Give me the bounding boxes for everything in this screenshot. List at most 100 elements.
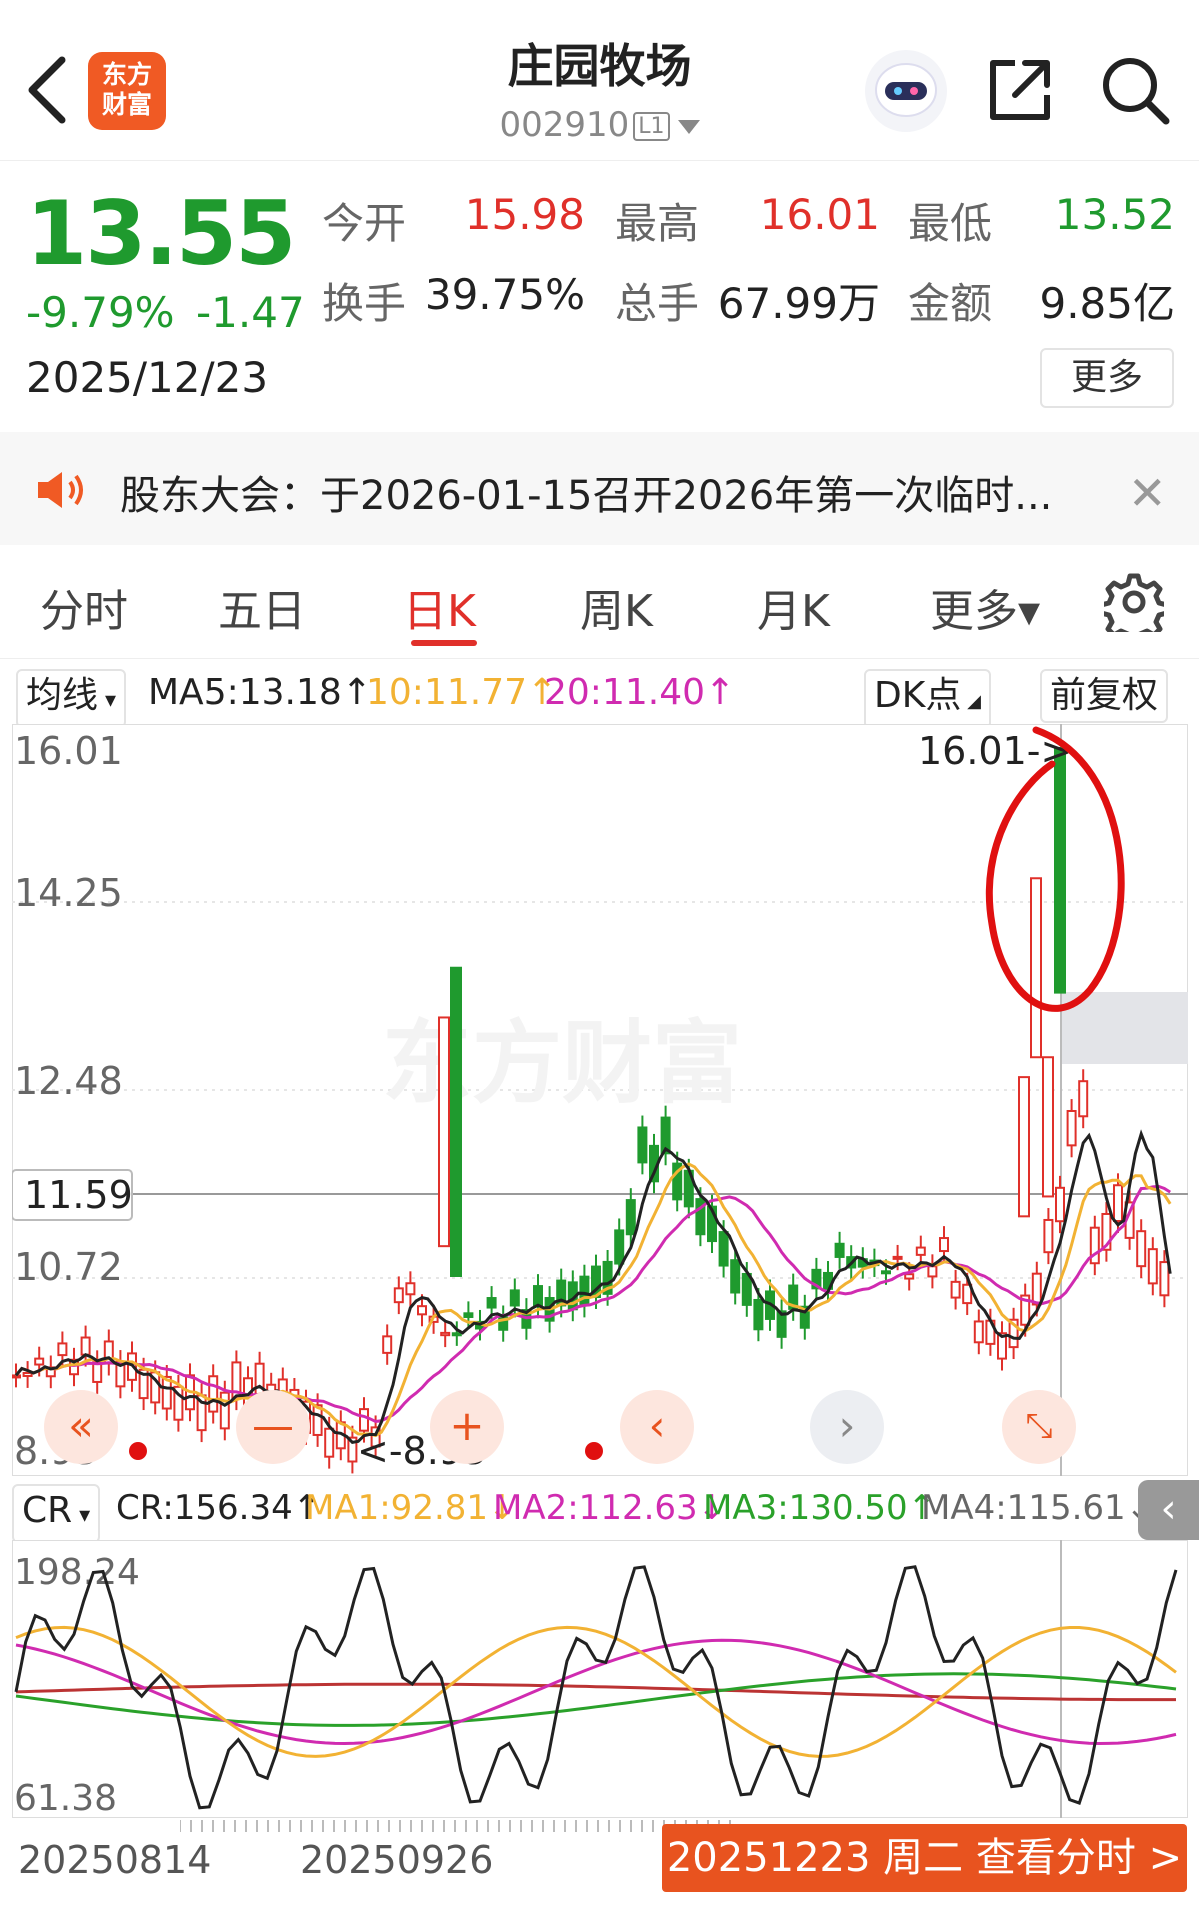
fast-back-button[interactable]: « xyxy=(44,1390,118,1464)
quote-date: 2025/12/23 xyxy=(26,353,269,402)
candle xyxy=(1030,877,1042,1059)
candle xyxy=(904,1273,915,1280)
low-label: 最低 xyxy=(908,199,993,248)
low-value: 13.52 xyxy=(1054,190,1175,239)
candle xyxy=(1054,747,1066,994)
candle xyxy=(579,1275,590,1307)
candle xyxy=(834,1242,845,1258)
candle xyxy=(950,1280,961,1299)
ma20-value: 20:11.40↑ xyxy=(544,672,736,713)
dk-point-selector[interactable]: DK点 ◢ xyxy=(864,669,991,729)
tabs-divider xyxy=(0,658,1199,659)
cr-ma2: MA2:112.63↓ xyxy=(493,1488,727,1528)
cr-y-bottom: 61.38 xyxy=(14,1778,117,1818)
y-label: 12.48 xyxy=(14,1059,123,1103)
step-right-button[interactable]: › xyxy=(810,1390,884,1464)
app-header: 东方 财富 庄园牧场 002910 L1 xyxy=(0,0,1199,161)
tab-five-day[interactable]: 五日 xyxy=(218,575,306,639)
candle xyxy=(1043,1218,1054,1254)
candle xyxy=(533,1285,543,1308)
amount-value: 9.85亿 xyxy=(1039,279,1175,328)
close-icon[interactable]: ✕ xyxy=(1128,466,1167,520)
candle xyxy=(1078,1080,1089,1118)
chevron-down-icon xyxy=(677,119,700,134)
ma10-value: 10:11.77↑ xyxy=(366,672,558,713)
y-label-top: 16.01 xyxy=(14,729,123,773)
candle xyxy=(892,1255,903,1260)
candle xyxy=(451,1332,462,1337)
y-label: 14.25 xyxy=(14,871,123,915)
candle xyxy=(34,1357,45,1366)
zoom-out-button[interactable]: — xyxy=(236,1390,310,1464)
candle xyxy=(915,1246,926,1256)
more-quote-button[interactable]: 更多 xyxy=(1040,348,1174,408)
candle xyxy=(219,1391,230,1430)
level-badge: L1 xyxy=(633,112,670,141)
candle xyxy=(881,1270,891,1275)
candle xyxy=(57,1342,68,1357)
gear-icon[interactable] xyxy=(1104,572,1164,632)
candle xyxy=(450,966,462,1277)
current-price: 13.55 xyxy=(26,182,296,285)
ma-selector[interactable]: 均线 ▾ xyxy=(16,669,127,728)
tab-more[interactable]: 更多▾ xyxy=(930,575,1040,639)
candle xyxy=(405,1282,416,1296)
watermark: 东方财富 xyxy=(382,1011,742,1116)
date-mid-label: 20250926 xyxy=(300,1838,494,1882)
search-icon[interactable] xyxy=(1100,55,1170,125)
candle xyxy=(939,1237,949,1253)
cr-ma4: MA4:115.61↓ xyxy=(921,1488,1155,1528)
current-price-label: 11.59 xyxy=(24,1173,133,1217)
candle xyxy=(509,1289,520,1307)
high-label: 最高 xyxy=(615,199,700,248)
ma5-value: MA5:13.18↑ xyxy=(148,672,372,713)
candle xyxy=(463,1312,474,1318)
candle xyxy=(753,1298,764,1331)
tab-timeshare[interactable]: 分时 xyxy=(40,575,128,639)
cr-legend-row: CR ▾ CR:156.34↑ MA1:92.81↓ MA2:112.63↓ M… xyxy=(0,1480,1199,1543)
collapse-indicator-button[interactable]: ‹ xyxy=(1138,1480,1199,1540)
fullscreen-icon[interactable]: ⤡ xyxy=(1002,1390,1076,1464)
candle xyxy=(1147,1248,1158,1285)
open-value: 15.98 xyxy=(464,190,585,239)
candle xyxy=(359,1408,369,1432)
tab-week-k[interactable]: 周K xyxy=(580,575,653,639)
tab-month-k[interactable]: 月K xyxy=(757,575,830,639)
kline-chart[interactable]: 东方财富 16.01 14.25 12.48 10.72 8.95 11.59 … xyxy=(12,724,1188,1476)
amount-label: 金额 xyxy=(908,279,993,328)
candle xyxy=(22,1372,33,1377)
view-timeshare-button[interactable]: 20251223 周二 查看分时 > xyxy=(662,1824,1187,1892)
zoom-in-button[interactable]: + xyxy=(430,1390,504,1464)
cr-selector[interactable]: CR ▾ xyxy=(12,1484,101,1543)
candle xyxy=(438,1016,450,1248)
candle xyxy=(637,1126,648,1164)
adjust-selector[interactable]: 前复权 xyxy=(1040,669,1169,723)
event-dot xyxy=(585,1442,603,1460)
turnover-value: 39.75% xyxy=(424,270,585,319)
candle xyxy=(1159,1261,1170,1297)
speaker-icon xyxy=(38,472,83,508)
active-tab-indicator xyxy=(411,640,477,646)
cr-value: CR:156.34↑ xyxy=(116,1488,322,1528)
candle xyxy=(417,1305,427,1316)
step-left-button[interactable]: ‹ xyxy=(620,1390,694,1464)
tab-day-k[interactable]: 日K xyxy=(403,575,476,639)
candle xyxy=(973,1320,984,1344)
cr-chart[interactable]: 198.24 61.38 xyxy=(12,1540,1188,1818)
volume-value: 67.99万 xyxy=(717,279,880,328)
event-dot xyxy=(129,1442,147,1460)
cr-ma1: MA1:92.81↓ xyxy=(305,1488,517,1528)
ma-legend-row: 均线 ▾ MA5:13.18↑ 10:11.77↑ 20:11.40↑ DK点 … xyxy=(0,664,1199,729)
assistant-robot-icon[interactable] xyxy=(865,50,947,132)
change-percent: -9.79% xyxy=(26,288,175,337)
cr-ma3: MA3:130.50↑ xyxy=(703,1488,937,1528)
share-icon[interactable] xyxy=(985,55,1055,125)
notice-text: 股东大会：于2026-01-15召开2026年第一次临时... xyxy=(120,473,1053,519)
candle xyxy=(208,1375,219,1413)
candle xyxy=(625,1199,636,1236)
volume-label: 总手 xyxy=(615,279,700,328)
candle xyxy=(1018,1076,1030,1218)
candle xyxy=(1031,1272,1042,1306)
candle xyxy=(1136,1230,1147,1268)
change-amount: -1.47 xyxy=(196,288,305,337)
